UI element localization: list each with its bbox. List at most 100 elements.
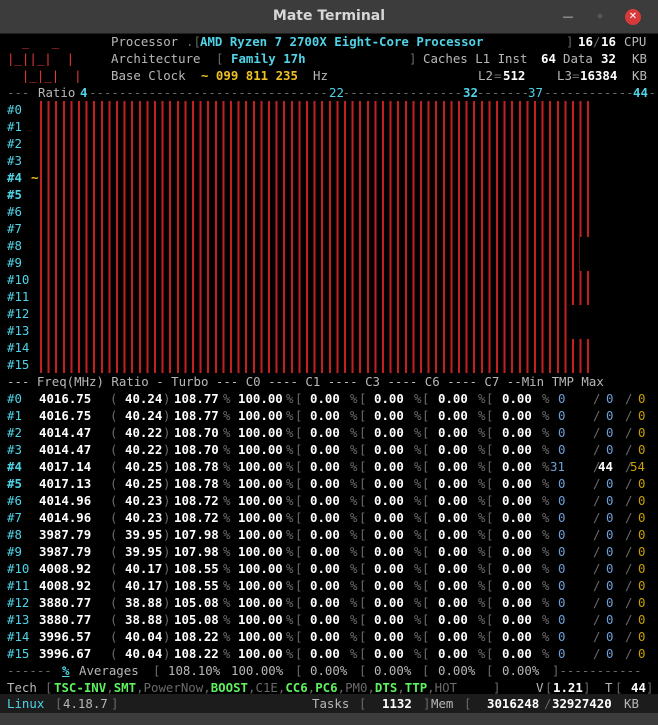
bar-row: #12	[7, 305, 658, 322]
core-id: #4	[7, 170, 22, 185]
c6-value: 0.00	[438, 442, 468, 457]
bar-row: #7	[7, 220, 658, 237]
core-id: #15	[7, 357, 30, 372]
minimize-icon[interactable]: —	[561, 10, 575, 24]
title-bar[interactable]: Mate Terminal — ◦ ✕	[0, 0, 658, 34]
temp-current: 0	[606, 476, 614, 491]
maximize-icon[interactable]: ◦	[593, 10, 607, 24]
core-id: #4	[7, 459, 22, 474]
bar-row: #10	[7, 271, 658, 288]
freq-value: 3987.79	[39, 527, 92, 542]
table-header: --- Freq(MHz) Ratio - Turbo --- C0 ---- …	[7, 374, 604, 389]
temp-max: 0	[638, 595, 646, 610]
c1-value: 0.00	[310, 646, 340, 661]
turbo-value: 105.08	[174, 595, 219, 610]
hz-label: Hz	[313, 68, 328, 83]
tech-flag-pm0: PM0	[345, 680, 368, 695]
c1-value: 0.00	[310, 459, 340, 474]
core-id: #10	[7, 561, 30, 576]
temp-min: 0	[558, 595, 566, 610]
core-id: #13	[7, 612, 30, 627]
close-icon[interactable]: ✕	[625, 9, 641, 25]
core-id: #2	[7, 425, 22, 440]
c6-value: 0.00	[438, 493, 468, 508]
temp-current: 0	[606, 493, 614, 508]
ratio-bar	[40, 288, 589, 305]
temp-max: 0	[638, 442, 646, 457]
c3-value: 0.00	[374, 612, 404, 627]
l2-label: L2	[478, 68, 493, 83]
logo-art: _ _	[7, 34, 60, 49]
core-id: #9	[7, 544, 22, 559]
c6-value: 0.00	[438, 510, 468, 525]
mem-used: 3016248	[487, 696, 540, 711]
temp-max: 0	[638, 561, 646, 576]
c7-value: 0.00	[502, 510, 532, 525]
c6-value: 0.00	[438, 595, 468, 610]
temp-min: 0	[558, 646, 566, 661]
corefreq-screen[interactable]: _ _ Processor .[ AMD Ryzen 7 2700X Eight…	[7, 33, 658, 713]
status-bar: Linux [ 4.18.7 ] Tasks [ 1132 ] Mem [ 30…	[0, 694, 658, 713]
core-id: #10	[7, 272, 30, 287]
tech-flag-smt: SMT	[113, 680, 137, 695]
core-id: #8	[7, 238, 22, 253]
baseclock-value: ~ 099 811 235	[201, 68, 298, 83]
c3-value: 0.00	[374, 544, 404, 559]
mem-label: Mem	[431, 696, 454, 711]
c7-value: 0.00	[502, 561, 532, 576]
c3-value: 0.00	[374, 459, 404, 474]
bar-row: #15	[7, 356, 658, 373]
ratio-bar	[40, 186, 589, 203]
core-id: #15	[7, 646, 30, 661]
core-id: #11	[7, 578, 30, 593]
temp-current: 0	[606, 612, 614, 627]
turbo-value: 108.70	[174, 425, 219, 440]
c7-value: 0.00	[502, 544, 532, 559]
c0-value: 100.00	[238, 442, 283, 457]
c7-value: 0.00	[502, 425, 532, 440]
tech-flag-powernow: PowerNow	[143, 680, 204, 695]
ratio-bar	[40, 118, 589, 135]
temp-max: 0	[638, 629, 646, 644]
freq-value: 3996.67	[39, 646, 92, 661]
c7-value: 0.00	[502, 442, 532, 457]
temp-max: 0	[638, 391, 646, 406]
temp-max: 0	[638, 578, 646, 593]
tech-flag-cc6: CC6	[285, 680, 308, 695]
ratio-mark-44: 44	[633, 84, 648, 101]
architecture-line: |_||_| | Architecture [ Family 17h ] Cac…	[7, 51, 647, 66]
c0-value: 100.00	[238, 595, 283, 610]
ratio-mark-32: 32	[463, 84, 478, 101]
c7-value: 0.00	[502, 595, 532, 610]
active-core-marker: ~	[31, 170, 39, 185]
baseclock-label: Base Clock	[111, 68, 186, 83]
turbo-value: 108.70	[174, 442, 219, 457]
c1-value: 0.00	[310, 442, 340, 457]
c0-value: 100.00	[238, 391, 283, 406]
arch-label: Architecture	[111, 51, 201, 66]
ratio-value: 40.04	[125, 629, 163, 644]
c1-value: 0.00	[310, 629, 340, 644]
freq-value: 4008.92	[39, 561, 92, 576]
c7-value: 0.00	[502, 408, 532, 423]
c3-value: 0.00	[374, 408, 404, 423]
core-id: #12	[7, 306, 30, 321]
percent-toggle[interactable]: %	[62, 662, 69, 679]
c3-value: 0.00	[374, 391, 404, 406]
core-id: #12	[7, 595, 30, 610]
c0-value: 100.00	[238, 578, 283, 593]
l2-value: 512	[503, 68, 526, 83]
temp-max: 0	[638, 425, 646, 440]
tech-flag-hot: HOT	[434, 680, 458, 695]
ratio-bar	[40, 135, 589, 152]
ratio-value: 40.04	[125, 646, 163, 661]
temp-max: 0	[638, 476, 646, 491]
ratio-value: 40.17	[125, 578, 163, 593]
c3-value: 0.00	[374, 578, 404, 593]
ratio-label: Ratio	[38, 85, 76, 100]
freq-value: 4016.75	[39, 408, 92, 423]
kb-label: KB	[632, 51, 647, 66]
c1-value: 0.00	[310, 612, 340, 627]
c0-value: 100.00	[238, 612, 283, 627]
c3-value: 0.00	[374, 629, 404, 644]
